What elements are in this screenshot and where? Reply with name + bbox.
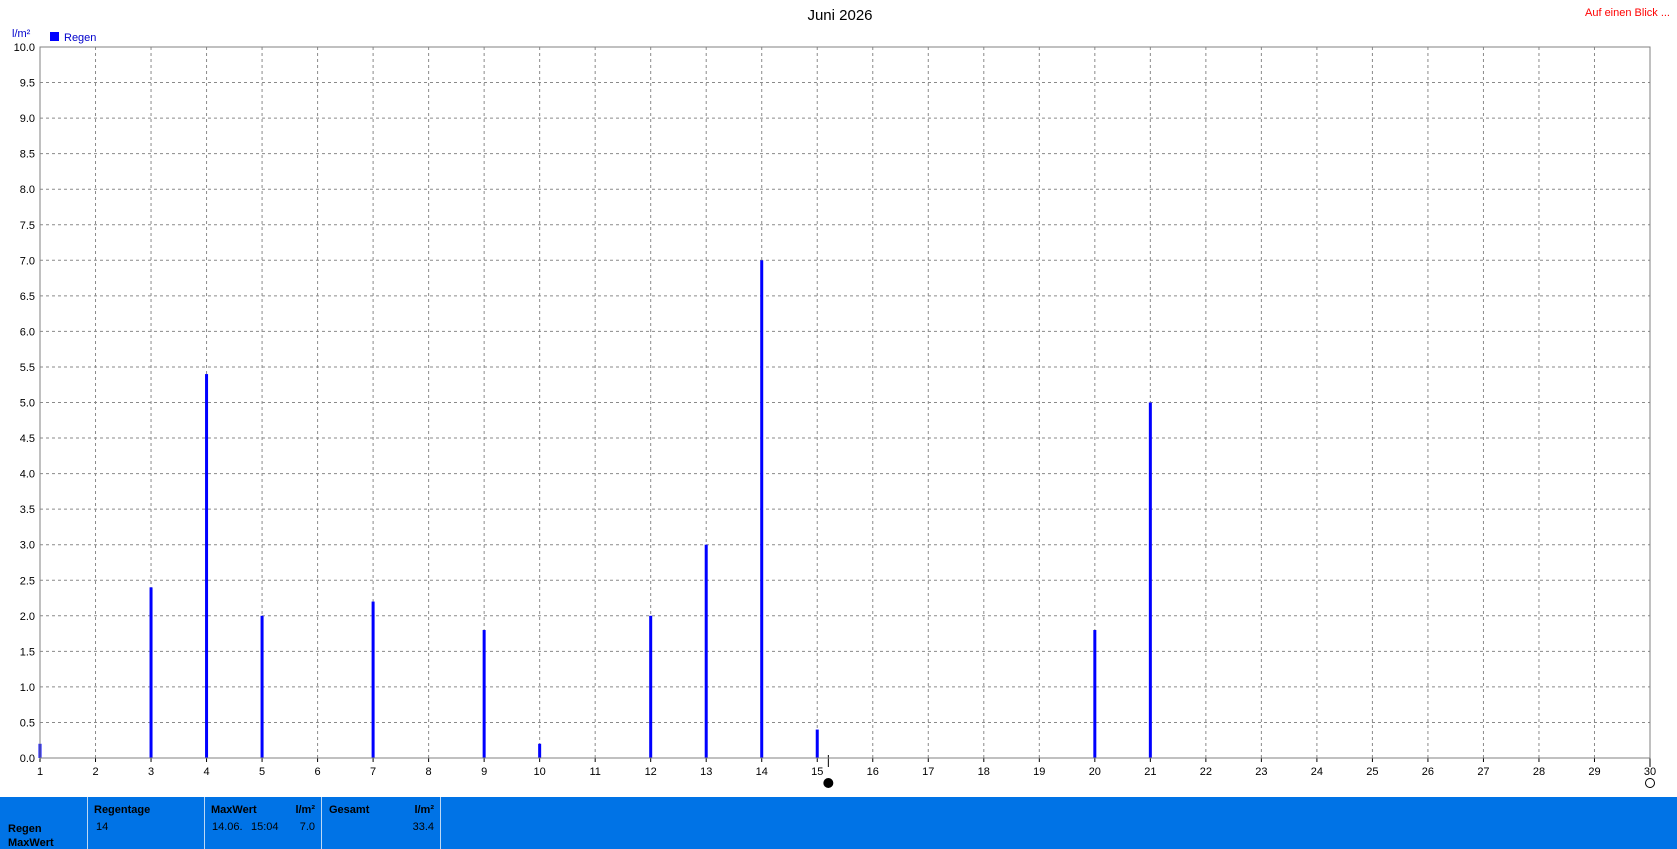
rain-bar xyxy=(149,587,153,758)
legend-label: Regen xyxy=(64,32,96,44)
x-tick-label: 29 xyxy=(1588,766,1600,778)
gesamt-section: Gesamt l/m² 33.4 xyxy=(322,797,441,849)
y-tick-label: 1.5 xyxy=(20,646,35,658)
y-tick-label: 7.0 xyxy=(20,255,35,267)
y-tick-label: 9.0 xyxy=(20,113,35,125)
stats-bar: Regen MaxWert Regentage 14 MaxWert l/m² … xyxy=(0,797,1677,849)
y-tick-label: 5.5 xyxy=(20,362,35,374)
moon-full-icon xyxy=(823,778,834,788)
maxwert-header: MaxWert xyxy=(211,804,257,816)
y-tick-label: 9.5 xyxy=(20,78,35,90)
rain-bar xyxy=(205,374,209,758)
gesamt-header: Gesamt xyxy=(329,804,370,816)
x-tick-label: 30 xyxy=(1644,766,1656,778)
y-axis-ticks: 0.0 0.5 1.0 1.5 2.0 2.5 3.0 3.5 4.0 4.5 5.0 5.5 6.0 6… xyxy=(14,42,35,765)
x-tick-label: 9 xyxy=(481,766,487,778)
y-tick-label: 0.5 xyxy=(20,717,35,729)
x-tick-label: 8 xyxy=(426,766,432,778)
y-tick-label: 2.0 xyxy=(20,611,35,623)
x-tick-label: 7 xyxy=(370,766,376,778)
x-tick-label: 17 xyxy=(922,766,934,778)
rain-bar xyxy=(260,615,264,758)
maxwert-unit: l/m² xyxy=(295,804,315,816)
x-tick-label: 15 xyxy=(811,766,823,778)
x-tick-label: 5 xyxy=(259,766,265,778)
x-tick-label: 24 xyxy=(1311,766,1323,778)
y-tick-label: 8.5 xyxy=(20,149,35,161)
x-tick-label: 27 xyxy=(1477,766,1489,778)
x-tick-label: 18 xyxy=(978,766,990,778)
rain-bar xyxy=(371,601,375,758)
x-tick-label: 22 xyxy=(1200,766,1212,778)
y-tick-label: 6.5 xyxy=(20,291,35,303)
x-tick-label: 6 xyxy=(315,766,321,778)
y-tick-label: 6.0 xyxy=(20,326,35,338)
x-tick-label: 12 xyxy=(645,766,657,778)
x-tick-label: 16 xyxy=(867,766,879,778)
rain-bar xyxy=(704,544,708,758)
rain-bar xyxy=(649,615,653,758)
y-tick-label: 0.0 xyxy=(20,753,35,765)
y-tick-label: 8.0 xyxy=(20,184,35,196)
gesamt-value: 33.4 xyxy=(412,821,434,833)
x-tick-label: 23 xyxy=(1255,766,1267,778)
maxwert-time: 15:04 xyxy=(251,821,279,833)
y-tick-label: 4.5 xyxy=(20,433,35,445)
y-tick-label: 3.5 xyxy=(20,504,35,516)
x-tick-label: 25 xyxy=(1366,766,1378,778)
rain-bar xyxy=(815,729,819,758)
x-tick-label: 13 xyxy=(700,766,712,778)
x-tick-label: 10 xyxy=(534,766,546,778)
x-tick-label: 14 xyxy=(756,766,768,778)
y-tick-label: 3.0 xyxy=(20,540,35,552)
x-tick-label: 3 xyxy=(148,766,154,778)
x-tick-label: 19 xyxy=(1033,766,1045,778)
y-tick-label: 1.0 xyxy=(20,682,35,694)
chart-title: Juni 2026 xyxy=(807,7,872,24)
legend-swatch xyxy=(50,32,59,41)
stats-label-column xyxy=(0,797,88,849)
y-tick-label: 10.0 xyxy=(14,42,35,54)
gesamt-unit: l/m² xyxy=(414,804,434,816)
regentage-header: Regentage xyxy=(94,804,151,816)
x-tick-label: 28 xyxy=(1533,766,1545,778)
maxwert-section: MaxWert l/m² 14.06. 15:04 7.0 xyxy=(205,797,322,849)
x-tick-label: 26 xyxy=(1422,766,1434,778)
regentage-value: 14 xyxy=(96,821,109,833)
moon-new-icon xyxy=(1645,778,1655,788)
rain-bar xyxy=(760,260,764,758)
x-tick-label: 20 xyxy=(1089,766,1101,778)
rain-bar xyxy=(482,630,486,758)
rain-chart: Juni 2026 Auf einen Blick ... l/m² Regen… xyxy=(12,7,1670,788)
grid xyxy=(39,46,1651,759)
x-tick-label: 2 xyxy=(92,766,98,778)
y-unit-label: l/m² xyxy=(12,28,31,40)
x-tick-label: 21 xyxy=(1144,766,1156,778)
overview-link[interactable]: Auf einen Blick ... xyxy=(1585,7,1670,19)
rain-bar xyxy=(1148,402,1152,758)
y-tick-label: 5.0 xyxy=(20,398,35,410)
maxwert-date: 14.06. xyxy=(212,821,243,833)
y-tick-label: 7.5 xyxy=(20,220,35,232)
x-tick-label: 4 xyxy=(203,766,209,778)
rain-bar xyxy=(538,743,542,758)
x-tick-label: 1 xyxy=(37,766,43,778)
x-tick-label: 11 xyxy=(589,766,600,778)
moon-markers xyxy=(823,755,1655,788)
y-tick-label: 2.5 xyxy=(20,575,35,587)
rain-bar xyxy=(1093,630,1097,758)
regentage-section: Regentage 14 xyxy=(88,797,205,849)
x-axis-ticks: 1 2 3 4 5 6 7 8 9 10 11 12 13 14 15 16 17 18 19 20 21 22 23 24 2… xyxy=(37,758,1656,778)
y-tick-label: 4.0 xyxy=(20,469,35,481)
maxwert-value: 7.0 xyxy=(299,821,315,833)
